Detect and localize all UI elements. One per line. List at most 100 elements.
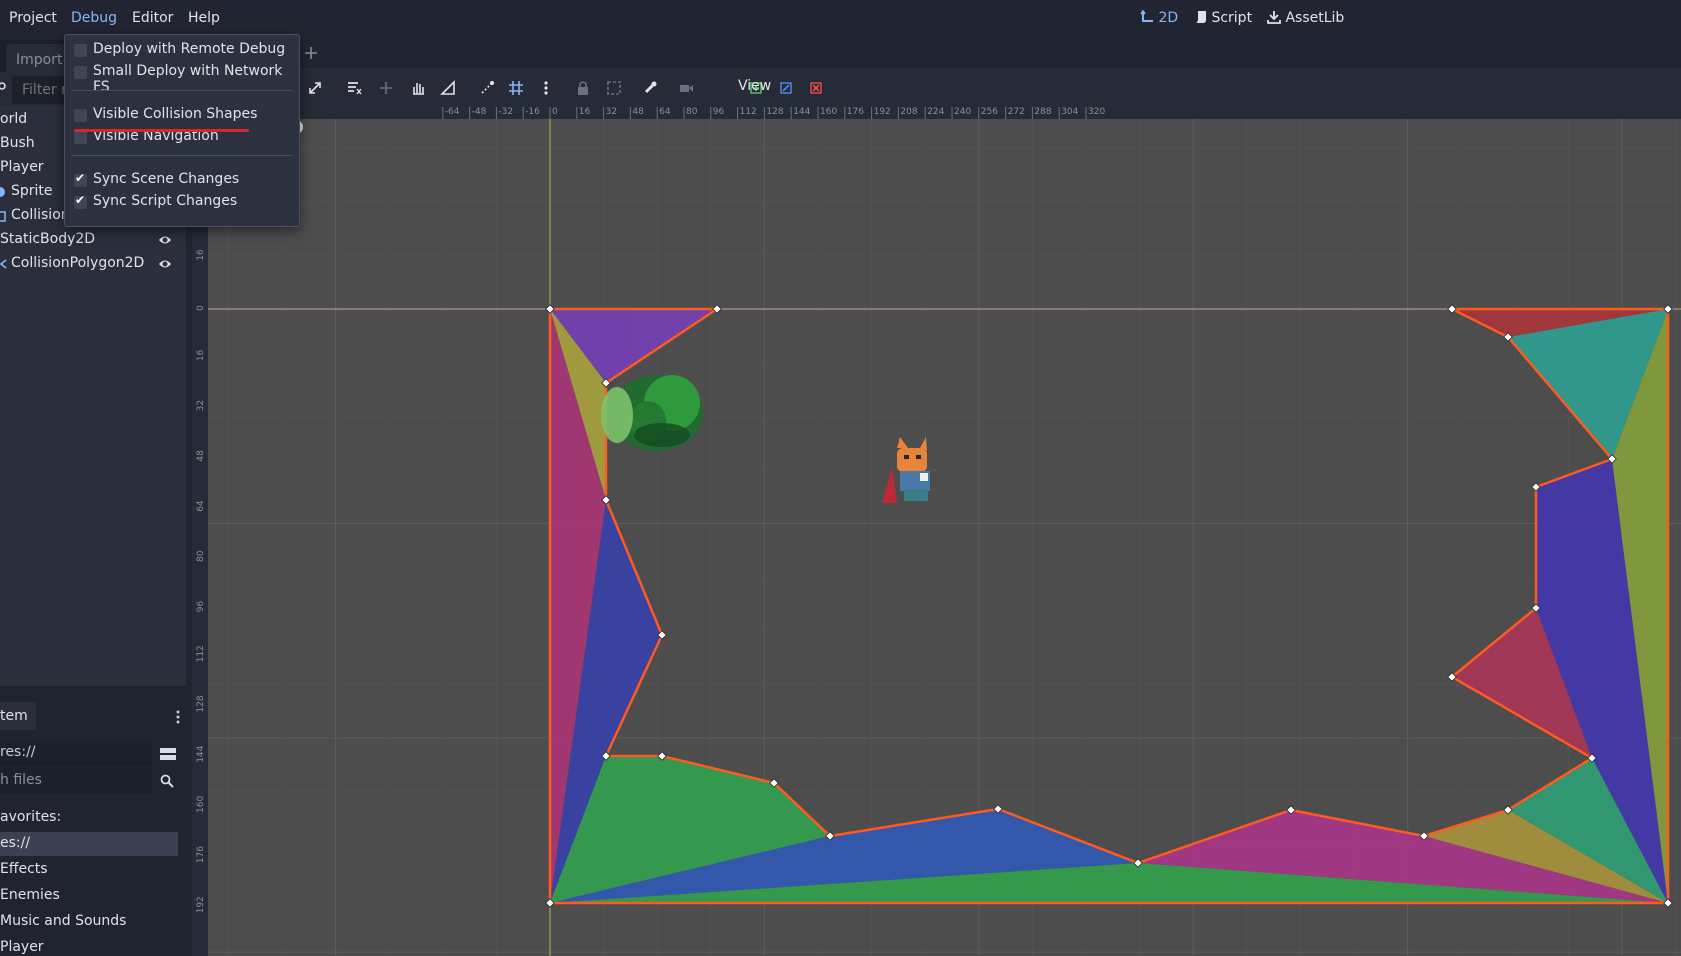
download-icon bbox=[1267, 11, 1281, 24]
list-item[interactable]: es:// bbox=[0, 832, 178, 856]
ruler-tick-label: 320 bbox=[1088, 107, 1105, 117]
ruler-tick-label: 64 bbox=[196, 500, 206, 512]
checkbox[interactable] bbox=[74, 109, 87, 122]
menu-item-visible-collision-shapes[interactable]: Visible Collision Shapes bbox=[65, 104, 299, 126]
tree-item-label: orld bbox=[0, 111, 28, 127]
filesystem-search-input[interactable]: h files bbox=[0, 768, 152, 794]
tab-import[interactable]: Import bbox=[6, 44, 66, 72]
key-icon[interactable] bbox=[0, 82, 10, 96]
ruler-tick-label: 0 bbox=[196, 305, 206, 311]
list-select-icon[interactable] bbox=[346, 80, 362, 96]
menu-separator bbox=[71, 155, 293, 156]
menu-item-small-deploy-network-fs[interactable]: Small Deploy with Network FS bbox=[65, 61, 299, 95]
workspace-2d-button[interactable]: 2D bbox=[1140, 9, 1178, 26]
menu-project[interactable]: Project bbox=[9, 10, 57, 26]
ruler-tick-label: 208 bbox=[900, 107, 917, 117]
ruler-tick-label: 128 bbox=[196, 695, 206, 712]
search-icon bbox=[160, 774, 174, 788]
2d-icon bbox=[1140, 9, 1153, 22]
more-options-icon[interactable] bbox=[538, 80, 554, 96]
list-item: avorites: bbox=[0, 809, 62, 825]
ruler-tick-label: 128 bbox=[766, 107, 783, 117]
ruler-tick-label: 144 bbox=[196, 745, 206, 762]
ruler-tick-label: 64 bbox=[659, 107, 671, 117]
menu-item-sync-scene-changes[interactable]: Sync Scene Changes bbox=[65, 169, 299, 191]
tab-filesystem[interactable]: tem bbox=[0, 702, 36, 730]
expand-icon[interactable] bbox=[307, 80, 323, 96]
tree-item-staticbody2d[interactable]: StaticBody2D bbox=[0, 228, 186, 252]
filesystem-dock: tem res:// h files avorites: es:// Effec… bbox=[0, 702, 186, 956]
tree-item-collisionpolygon2d[interactable]: CollisionPolygon2D bbox=[0, 252, 186, 276]
snap-grid-icon[interactable] bbox=[508, 80, 524, 96]
ruler-tick-label: 160 bbox=[820, 107, 837, 117]
highlight-underline bbox=[74, 129, 249, 132]
visibility-eye-icon[interactable] bbox=[158, 233, 172, 247]
ruler-tick-label: 160 bbox=[196, 796, 206, 813]
canvas-viewport[interactable]: -64 -48 -32 -16 0 16 32 48 64 80 96 112 128 144 160 176… bbox=[192, 103, 1681, 956]
pivot-icon[interactable] bbox=[378, 80, 394, 96]
add-scene-tab-icon[interactable] bbox=[304, 46, 318, 60]
ruler-tick-label: 16 bbox=[579, 107, 591, 117]
ruler-tick-label: 0 bbox=[552, 107, 558, 117]
checkbox[interactable] bbox=[74, 171, 87, 187]
ruler-tick-label: -32 bbox=[498, 107, 513, 117]
group-icon[interactable] bbox=[606, 80, 622, 96]
ruler-tick-label: 288 bbox=[1034, 107, 1051, 117]
sprite-icon bbox=[0, 187, 5, 197]
menu-dots-icon[interactable] bbox=[176, 710, 180, 724]
checkbox[interactable] bbox=[74, 44, 87, 57]
edit-points-icon[interactable] bbox=[778, 80, 794, 96]
filesystem-path-field[interactable]: res:// bbox=[0, 740, 152, 766]
script-icon bbox=[1196, 11, 1206, 23]
checkbox[interactable] bbox=[74, 66, 87, 79]
ruler-tick-label: 192 bbox=[874, 107, 891, 117]
ruler-tick-label: 80 bbox=[196, 550, 206, 562]
ruler-tick-label: 96 bbox=[196, 600, 206, 612]
menu-item-label: Sync Scene Changes bbox=[93, 171, 240, 187]
workspace-assetlib-button[interactable]: AssetLib bbox=[1267, 10, 1344, 26]
ruler-tick-label: 272 bbox=[1008, 107, 1025, 117]
list-view-icon[interactable] bbox=[160, 747, 176, 761]
tree-item-label: StaticBody2D bbox=[0, 231, 96, 247]
checkbox[interactable] bbox=[74, 131, 87, 144]
ruler-tick-label: 112 bbox=[740, 107, 757, 117]
ruler-tick-label: 144 bbox=[793, 107, 810, 117]
view-menu-button[interactable]: View bbox=[738, 78, 771, 94]
workspace-script-button[interactable]: Script bbox=[1195, 10, 1252, 26]
ruler-tick-label: 240 bbox=[954, 107, 971, 117]
ruler-tick-label: 32 bbox=[196, 400, 206, 411]
ruler-tick-label: 80 bbox=[686, 107, 698, 117]
pan-hand-icon[interactable] bbox=[410, 80, 426, 96]
ruler-tick-label: 32 bbox=[606, 107, 617, 117]
list-item[interactable]: Enemies bbox=[0, 884, 178, 908]
ruler-tick-label: 256 bbox=[981, 107, 998, 117]
ruler-tick-label: 176 bbox=[847, 107, 864, 117]
menu-help[interactable]: Help bbox=[188, 10, 220, 26]
camera-icon[interactable] bbox=[678, 80, 694, 96]
delete-point-icon[interactable] bbox=[808, 80, 824, 96]
menu-item-sync-script-changes[interactable]: Sync Script Changes bbox=[65, 191, 299, 213]
list-item[interactable]: Effects bbox=[0, 858, 178, 882]
menu-item-label: Deploy with Remote Debug bbox=[93, 41, 286, 57]
list-item[interactable]: Music and Sounds bbox=[0, 910, 178, 934]
menu-editor[interactable]: Editor bbox=[132, 10, 173, 26]
lock-icon[interactable] bbox=[575, 80, 591, 96]
visibility-eye-icon[interactable] bbox=[158, 257, 172, 271]
ruler-tick-label: 224 bbox=[927, 107, 944, 117]
ruler-icon[interactable] bbox=[440, 80, 456, 96]
scene-tabs-bar bbox=[192, 38, 1681, 68]
menu-item-deploy-remote-debug[interactable]: Deploy with Remote Debug bbox=[65, 39, 299, 61]
ruler-tick-label: 16 bbox=[196, 249, 206, 261]
ruler-tick-label: 112 bbox=[196, 645, 206, 662]
ruler-tick-label: 96 bbox=[713, 107, 725, 117]
ruler-tick-label: 192 bbox=[196, 896, 206, 913]
ruler-tick-label: 176 bbox=[196, 846, 206, 863]
workspace-script-label: Script bbox=[1211, 10, 1253, 26]
collision-polygon-icon bbox=[0, 259, 7, 269]
menu-debug[interactable]: Debug bbox=[71, 10, 117, 26]
bone-icon[interactable] bbox=[642, 80, 658, 96]
snap-smart-icon[interactable] bbox=[479, 80, 495, 96]
canvas-toolbar bbox=[192, 68, 1681, 108]
list-item[interactable]: Player bbox=[0, 936, 178, 956]
checkbox[interactable] bbox=[74, 193, 87, 209]
